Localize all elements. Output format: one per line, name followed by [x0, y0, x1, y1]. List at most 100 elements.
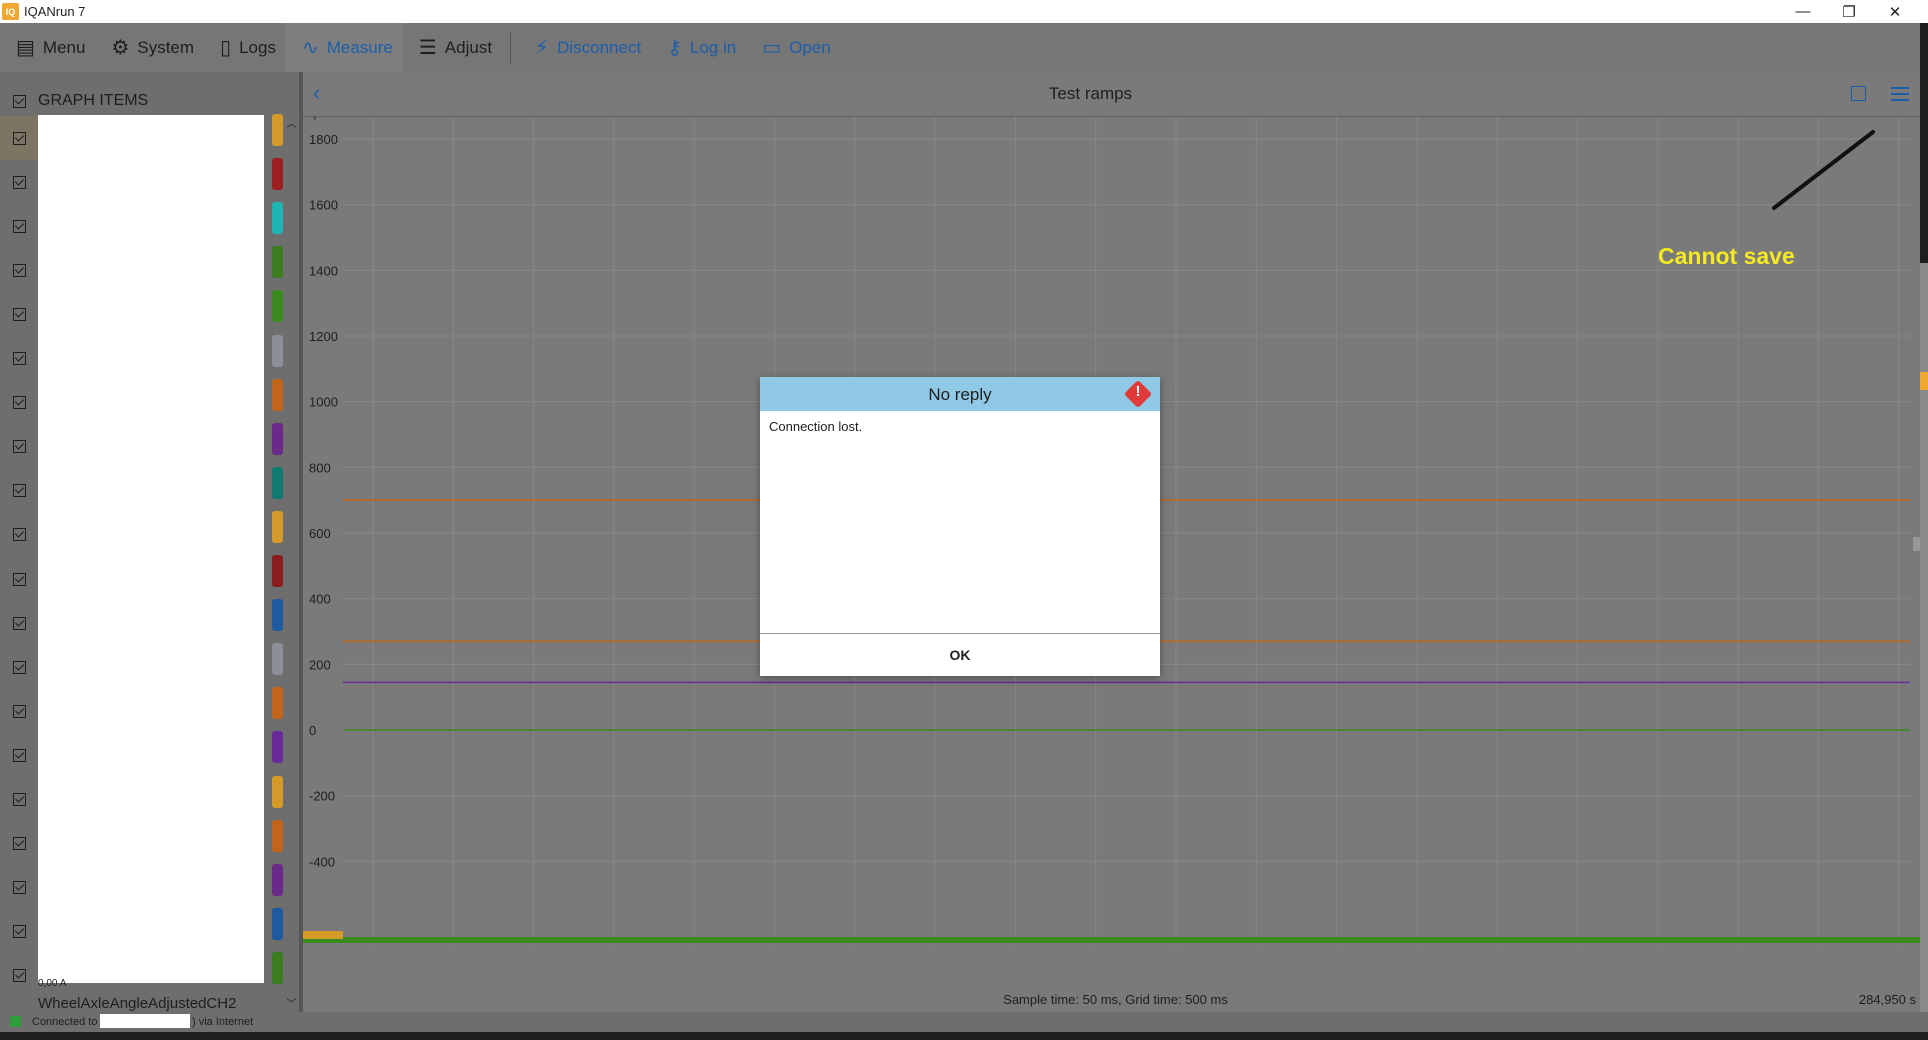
graph-item-color-swatch[interactable]	[272, 555, 283, 587]
partial-item-value: 0,00 A	[38, 978, 67, 989]
right-edge-dark	[1920, 23, 1928, 263]
warning-exclamation-icon: !	[1135, 383, 1141, 400]
graph-item-color-swatch[interactable]	[272, 466, 283, 499]
graph-item-color-swatch[interactable]	[272, 907, 283, 940]
restore-button[interactable]: ❐	[1826, 0, 1872, 23]
adjust-button[interactable]: ☰ Adjust	[403, 23, 502, 72]
left-scrollbar[interactable]: ︿ ﹀	[284, 115, 299, 1010]
graph-item-checkbox[interactable]	[0, 822, 38, 866]
partial-item-label: WheelAxleAngleAdjustedCH2	[38, 995, 237, 1012]
title-bar: IQ IQANrun 7 — ❐ ✕	[0, 0, 1928, 23]
folder-icon: ▭	[762, 37, 782, 59]
graph-items-header: GRAPH ITEMS	[0, 90, 148, 112]
graph-item-color-swatch[interactable]	[272, 422, 283, 455]
logs-button[interactable]: ▯ Logs	[204, 23, 286, 72]
disconnect-button[interactable]: ⚡ Disconnect	[519, 23, 651, 72]
dialog-message: Connection lost.	[769, 419, 863, 434]
y-tick-label: 0	[309, 723, 316, 738]
graph-item-checkbox[interactable]	[0, 954, 38, 998]
graph-item-checkbox[interactable]	[0, 910, 38, 954]
graph-item-checkbox[interactable]	[0, 557, 38, 601]
graph-item-color-swatch[interactable]	[272, 510, 283, 543]
graph-item-color-swatch[interactable]	[272, 334, 283, 367]
minimize-button[interactable]: —	[1780, 0, 1826, 23]
graph-item-checkbox[interactable]	[0, 689, 38, 733]
gear-icon: ⚙	[111, 37, 130, 59]
y-tick-label: 600	[309, 526, 331, 541]
graph-item-color-swatch[interactable]	[272, 643, 283, 676]
connection-status-icon	[10, 1016, 21, 1027]
graph-item-checkbox[interactable]	[0, 337, 38, 381]
graph-item-checkbox[interactable]	[0, 292, 38, 336]
close-button[interactable]: ✕	[1872, 0, 1918, 23]
graph-item-checkbox[interactable]	[0, 204, 38, 248]
graph-item-names-redacted	[38, 115, 264, 983]
graph-item-checkbox[interactable]	[0, 513, 38, 557]
y-tick-label: 1600	[309, 198, 338, 213]
graph-item-color-swatch[interactable]	[272, 599, 283, 632]
no-reply-dialog: No reply ! Connection lost. OK	[760, 377, 1160, 676]
menu-icon: ▤	[16, 37, 35, 59]
graph-item-color-swatch[interactable]	[272, 114, 283, 146]
graph-item-color-swatch[interactable]	[272, 819, 283, 852]
graph-item-checkbox[interactable]	[0, 248, 38, 292]
graph-item-checkbox[interactable]	[0, 601, 38, 645]
graph-item-checkbox[interactable]	[0, 116, 38, 160]
horizontal-scrollbar[interactable]	[303, 945, 1920, 957]
right-edge-marker	[1920, 372, 1928, 390]
system-label: System	[137, 37, 195, 57]
unplug-icon: ⚡	[535, 37, 550, 59]
y-tick-label: 1400	[309, 263, 338, 278]
open-label: Open	[789, 37, 831, 57]
graph-item-checkbox[interactable]	[0, 469, 38, 513]
scroll-up-icon[interactable]: ︿	[284, 115, 299, 130]
graph-item-color-swatch[interactable]	[272, 158, 283, 191]
open-button[interactable]: ▭ Open	[746, 23, 841, 72]
sliders-icon: ☰	[418, 37, 437, 59]
graph-item-checkbox[interactable]	[0, 866, 38, 910]
graph-item-color-swatch[interactable]	[272, 951, 283, 984]
graph-item-color-swatch[interactable]	[272, 202, 283, 235]
graph-item-color-swatch[interactable]	[272, 687, 283, 720]
y-tick-label: -400	[309, 854, 335, 869]
menu-button[interactable]: ▤ Menu	[0, 23, 95, 72]
measure-label: Measure	[326, 37, 393, 57]
scroll-down-icon[interactable]: ﹀	[284, 995, 299, 1010]
system-button[interactable]: ⚙ System	[95, 23, 204, 72]
log-file-icon: ▯	[220, 37, 232, 59]
graph-item-checkbox[interactable]	[0, 160, 38, 204]
login-button[interactable]: ⚷ Log in	[651, 23, 746, 72]
graph-item-color-swatch[interactable]	[272, 775, 283, 808]
ok-button[interactable]: OK	[760, 634, 1160, 676]
select-all-checkbox[interactable]	[0, 94, 38, 108]
graph-item-color-swatch[interactable]	[272, 731, 283, 764]
graph-item-checkbox[interactable]	[0, 645, 38, 689]
timeline-band	[303, 937, 1920, 943]
graph-item-color-swatch[interactable]	[272, 246, 283, 279]
y-axis-label: rpm	[309, 117, 331, 120]
y-tick-label: 800	[309, 460, 331, 475]
y-tick-label: -200	[309, 789, 335, 804]
logs-label: Logs	[239, 37, 276, 57]
annotation-text: Cannot save	[1658, 243, 1795, 269]
graph-item-color-swatch[interactable]	[272, 863, 283, 896]
graph-item-checkbox[interactable]	[0, 425, 38, 469]
dialog-title: No reply	[928, 385, 992, 404]
maximize-square-icon[interactable]	[1851, 86, 1866, 101]
adjust-label: Adjust	[444, 37, 493, 57]
graph-item-checkbox[interactable]	[0, 381, 38, 425]
graph-item-color-swatch[interactable]	[272, 378, 283, 411]
hamburger-menu-icon[interactable]	[1891, 87, 1909, 105]
dialog-header: No reply !	[760, 377, 1160, 411]
cursor-time-text: 284,950 s	[1858, 992, 1916, 1007]
annotation-line	[1772, 130, 1875, 210]
taskbar	[0, 1032, 1928, 1040]
graph-item-color-swatch[interactable]	[272, 290, 283, 323]
menu-label: Menu	[42, 37, 86, 57]
window-title: IQANrun 7	[24, 4, 86, 19]
connection-suffix: ) via Internet	[192, 1016, 254, 1028]
graph-item-checkbox[interactable]	[0, 733, 38, 777]
graph-item-checkbox[interactable]	[0, 778, 38, 822]
graph-items-title: GRAPH ITEMS	[38, 92, 149, 109]
measure-button[interactable]: ∿ Measure	[285, 23, 403, 72]
